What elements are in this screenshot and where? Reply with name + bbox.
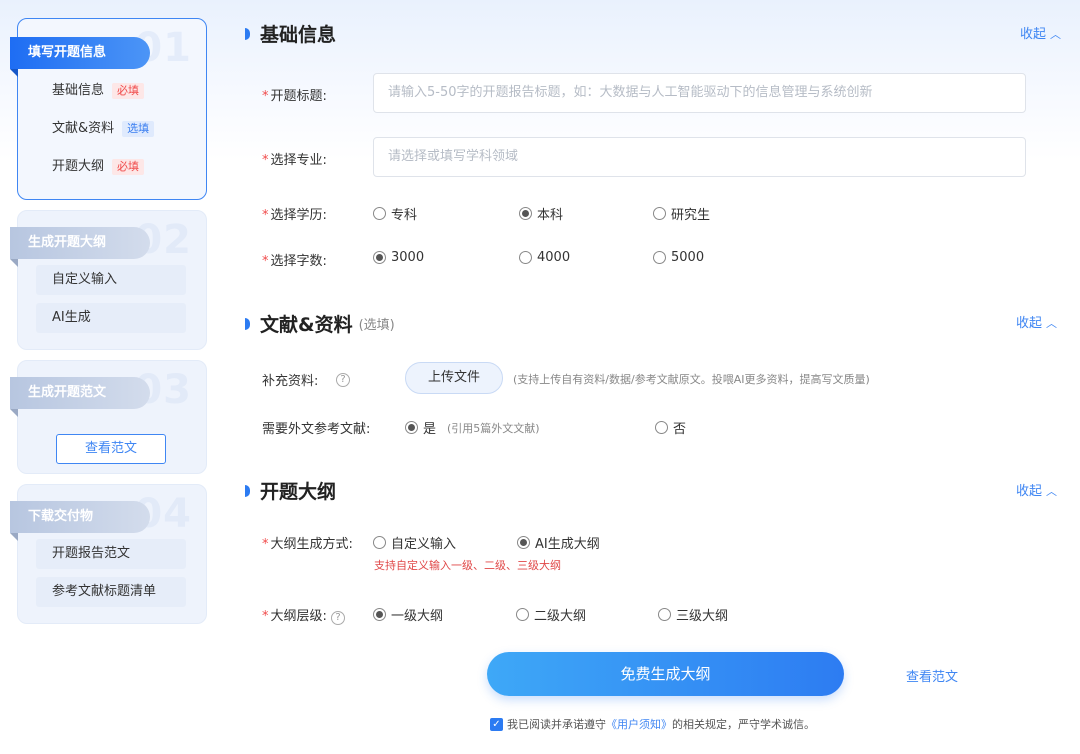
- radio-degree-junior[interactable]: 专科: [373, 204, 417, 223]
- radio-level-3[interactable]: 三级大纲: [658, 605, 728, 624]
- collapse-label: 收起: [1016, 484, 1043, 499]
- sidebar-item-label: 开题报告范文: [52, 546, 131, 561]
- radio-words-4000[interactable]: 4000: [519, 250, 570, 265]
- radio-outline-custom[interactable]: 自定义输入: [373, 533, 456, 552]
- sidebar-item-basic-info[interactable]: 基础信息 必填: [36, 76, 186, 106]
- collapse-basic-button[interactable]: 收起 ︿: [1020, 23, 1061, 42]
- chevron-up-icon: ︿: [1046, 317, 1058, 330]
- wordcount-label: * 选择字数:: [262, 254, 327, 269]
- sidebar-item-literature[interactable]: 文献&资料 选填: [36, 114, 186, 144]
- optional-tag: 选填: [122, 120, 155, 137]
- step-card-2: 02 生成开题大纲 自定义输入 AI生成: [10, 210, 207, 350]
- radio-degree-graduate[interactable]: 研究生: [653, 204, 710, 223]
- major-label: * 选择专业:: [262, 153, 327, 168]
- major-input[interactable]: 请选择或填写学科领域: [373, 137, 1026, 177]
- title-input[interactable]: 请输入5-50字的开题报告标题，如：大数据与人工智能驱动下的信息管理与系统创新: [373, 73, 1026, 113]
- foreign-refs-label: 需要外文参考文献:: [262, 422, 371, 437]
- agreement-row: ✓ 我已阅读并承诺遵守 《用户须知》 的相关规定，严守学术诚信。: [490, 716, 815, 732]
- upload-file-button[interactable]: 上传文件: [405, 362, 503, 394]
- radio-words-3000[interactable]: 3000: [373, 250, 424, 265]
- agree-text-suffix: 的相关规定，严守学术诚信。: [672, 718, 815, 731]
- foreign-refs-hint: (引用5篇外文文献): [447, 422, 540, 435]
- outline-mode-hint: 支持自定义输入一级、二级、三级大纲: [374, 559, 561, 572]
- section-title-literature: 文献&资料 (选填): [245, 310, 395, 337]
- degree-label: * 选择学历:: [262, 208, 327, 223]
- sidebar-item-label: 参考文献标题清单: [52, 584, 157, 599]
- sidebar-item-reference-list[interactable]: 参考文献标题清单: [36, 577, 186, 607]
- chevron-up-icon: ︿: [1050, 28, 1062, 41]
- upload-hint: (支持上传自有资料/数据/参考文献原文。投喂AI更多资料，提高写文质量): [513, 373, 870, 386]
- section-bar-icon: [245, 27, 250, 40]
- radio-foreign-yes[interactable]: 是: [405, 418, 436, 437]
- step-title[interactable]: 生成开题大纲: [10, 227, 150, 267]
- radio-level-1[interactable]: 一级大纲: [373, 605, 443, 624]
- sidebar-item-label: 自定义输入: [52, 272, 118, 287]
- section-bar-icon: [245, 317, 250, 330]
- radio-degree-bachelor[interactable]: 本科: [519, 204, 563, 223]
- step-title[interactable]: 生成开题范文: [10, 377, 150, 417]
- section-subtitle: (选填): [358, 318, 395, 333]
- help-icon[interactable]: ?: [336, 371, 350, 387]
- section-title-text: 开题大纲: [260, 481, 337, 503]
- step-card-4: 04 下载交付物 开题报告范文 参考文献标题清单: [10, 484, 207, 624]
- step-card-1: 01 填写开题信息 基础信息 必填 文献&资料 选填 开题大纲 必填: [10, 18, 207, 200]
- section-bar-icon: [245, 484, 250, 497]
- radio-words-5000[interactable]: 5000: [653, 250, 704, 265]
- radio-outline-ai[interactable]: AI生成大纲: [517, 533, 600, 552]
- radio-foreign-no[interactable]: 否: [655, 418, 686, 437]
- step-title[interactable]: 填写开题信息: [10, 37, 150, 77]
- sidebar-item-outline[interactable]: 开题大纲 必填: [36, 152, 186, 182]
- user-notice-link[interactable]: 《用户须知》: [606, 716, 672, 732]
- step-card-3: 03 生成开题范文 查看范文: [10, 360, 207, 474]
- title-label: * 开题标题:: [262, 89, 327, 104]
- agree-text: 我已阅读并承诺遵守: [507, 718, 606, 731]
- chevron-up-icon: ︿: [1046, 485, 1058, 498]
- sidebar-item-label: AI生成: [52, 310, 91, 325]
- required-tag: 必填: [112, 158, 145, 175]
- sidebar-item-ai-generate[interactable]: AI生成: [36, 303, 186, 333]
- agree-checkbox[interactable]: ✓: [490, 717, 503, 731]
- outline-level-label: * 大纲层级: ?: [262, 605, 346, 625]
- sidebar-item-custom-input[interactable]: 自定义输入: [36, 265, 186, 295]
- supplement-label: 补充资料:: [262, 374, 319, 389]
- section-title-basic: 基础信息: [245, 20, 336, 47]
- view-sample-button[interactable]: 查看范文: [56, 434, 166, 464]
- sidebar-item-label: 基础信息: [52, 83, 105, 98]
- generate-outline-button[interactable]: 免费生成大纲: [487, 652, 844, 696]
- help-icon[interactable]: ?: [331, 611, 346, 625]
- radio-level-2[interactable]: 二级大纲: [516, 605, 586, 624]
- required-tag: 必填: [112, 82, 145, 99]
- collapse-label: 收起: [1020, 27, 1047, 42]
- section-title-outline: 开题大纲: [245, 477, 336, 504]
- outline-mode-label: * 大纲生成方式:: [262, 537, 353, 552]
- step-title[interactable]: 下载交付物: [10, 501, 150, 541]
- sidebar-item-report-sample[interactable]: 开题报告范文: [36, 539, 186, 569]
- collapse-outline-button[interactable]: 收起 ︿: [1016, 480, 1057, 499]
- collapse-literature-button[interactable]: 收起 ︿: [1016, 312, 1057, 331]
- section-title-text: 基础信息: [260, 24, 337, 46]
- view-sample-link[interactable]: 查看范文: [906, 666, 958, 685]
- sidebar-item-label: 文献&资料: [52, 121, 115, 136]
- sidebar-item-label: 开题大纲: [52, 159, 105, 174]
- section-title-text: 文献&资料: [260, 314, 353, 336]
- collapse-label: 收起: [1016, 316, 1043, 331]
- sidebar: 01 填写开题信息 基础信息 必填 文献&资料 选填 开题大纲 必填 02 生成开题大…: [0, 0, 215, 754]
